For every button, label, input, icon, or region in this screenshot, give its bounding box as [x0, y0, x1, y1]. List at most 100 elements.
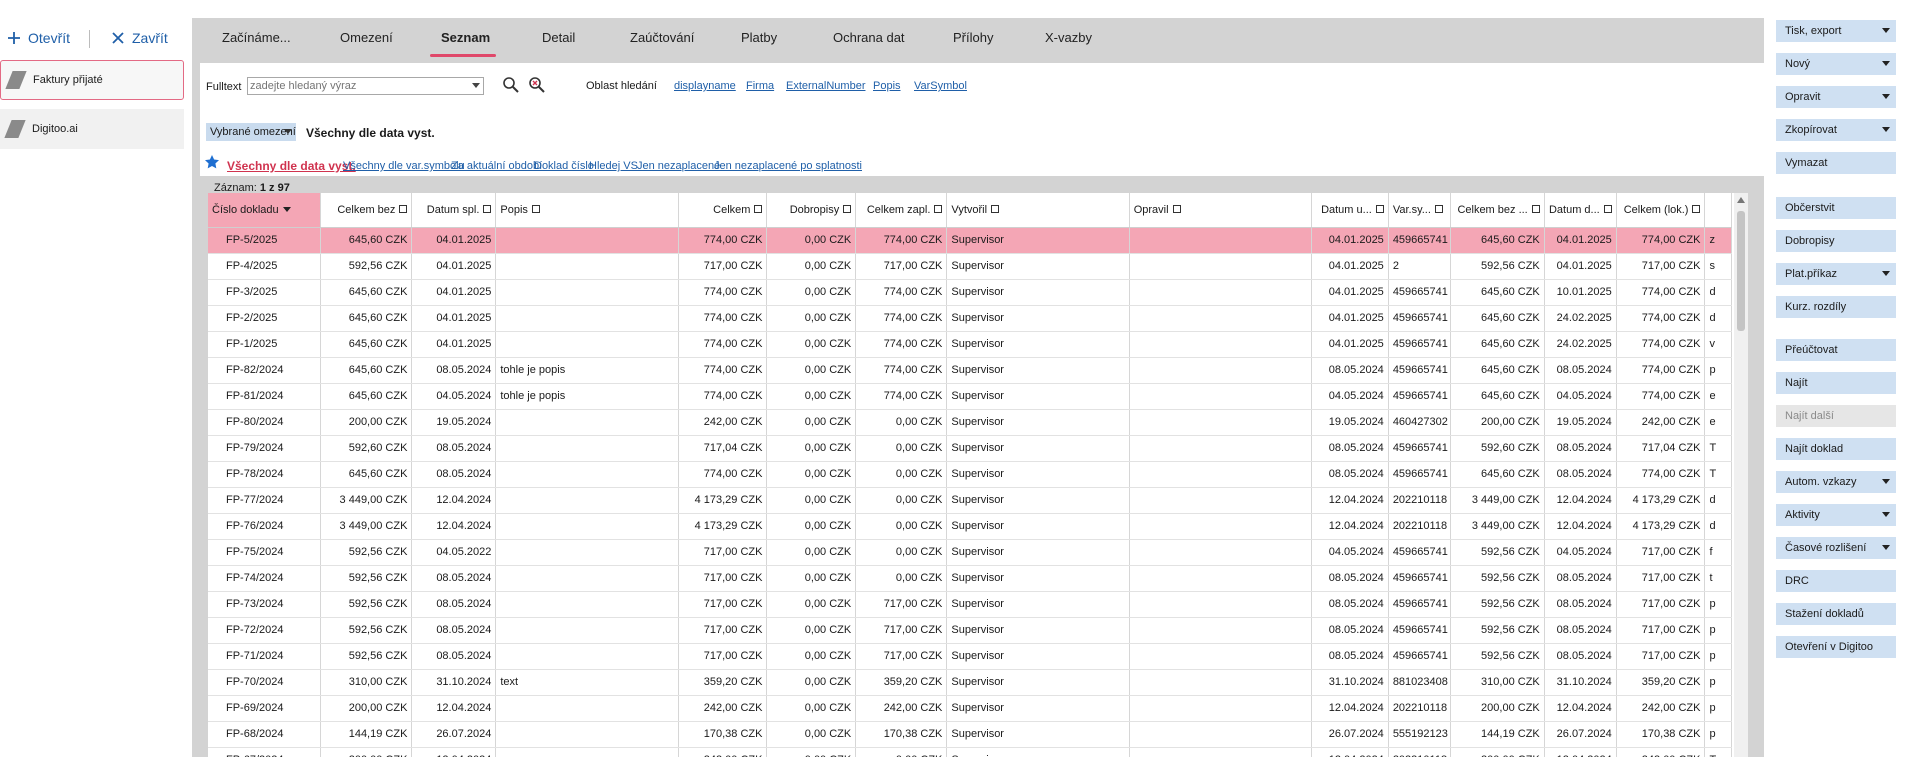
action-button[interactable]: Plat.příkaz: [1776, 263, 1896, 285]
scrollbar-thumb[interactable]: [1737, 211, 1745, 331]
action-button[interactable]: Časové rozlišení: [1776, 537, 1896, 559]
column-header[interactable]: Celkem (lok.): [1616, 193, 1706, 228]
column-header[interactable]: Datum d...: [1544, 193, 1617, 228]
tab-seznam[interactable]: Seznam: [441, 30, 490, 54]
left-tab-digitoo[interactable]: Digitoo.ai: [0, 109, 184, 149]
scroll-up-icon[interactable]: [1737, 197, 1745, 203]
quick-filter-by-varsymbol[interactable]: Všechny dle var.symbolu: [343, 160, 465, 172]
table-row[interactable]: FP-81/2024 645,60 CZK 04.05.2024 tohle je p…: [208, 383, 1732, 410]
column-filter-icon[interactable]: [531, 204, 540, 213]
column-filter-icon[interactable]: [934, 204, 943, 213]
column-filter-icon[interactable]: [754, 204, 763, 213]
table-row[interactable]: FP-80/2024 200,00 CZK 19.05.2024 242,00 CZK…: [208, 409, 1732, 436]
action-button[interactable]: Občerstvit: [1776, 197, 1896, 219]
action-button[interactable]: Dobropisy: [1776, 230, 1896, 252]
column-header[interactable]: Var.sy...: [1388, 193, 1452, 228]
quick-filter-all-by-date[interactable]: Všechny dle data vyst.: [227, 159, 356, 173]
column-filter-icon[interactable]: [1603, 204, 1612, 213]
search-input[interactable]: [248, 78, 468, 94]
table-row[interactable]: FP-2/2025 645,60 CZK 04.01.2025 774,00 CZK 0…: [208, 305, 1732, 332]
open-button[interactable]: Otevřít: [6, 26, 70, 50]
quick-filter-document-number[interactable]: Doklad číslo: [534, 160, 594, 172]
column-header[interactable]: Celkem zapl.: [855, 193, 948, 228]
action-button[interactable]: Tisk, export: [1776, 20, 1896, 42]
action-button[interactable]: Najít doklad: [1776, 438, 1896, 460]
table-row[interactable]: FP-73/2024 592,56 CZK 08.05.2024 717,00 CZK…: [208, 591, 1732, 618]
column-filter-icon[interactable]: [1692, 204, 1701, 213]
column-header[interactable]: Vytvořil: [946, 193, 1130, 228]
action-button[interactable]: Kurz. rozdíly: [1776, 296, 1896, 318]
search-field-externalnumber[interactable]: ExternalNumber: [786, 80, 865, 92]
column-header[interactable]: [1704, 193, 1732, 228]
quick-filter-current-period[interactable]: Za aktuální období: [451, 160, 542, 172]
column-header[interactable]: Celkem: [678, 193, 768, 228]
column-filter-icon[interactable]: [1172, 204, 1181, 213]
close-button[interactable]: Zavřít: [110, 26, 168, 50]
action-button[interactable]: DRC: [1776, 570, 1896, 592]
column-header[interactable]: Celkem bez ...: [1450, 193, 1545, 228]
column-filter-icon[interactable]: [1375, 204, 1384, 213]
column-filter-icon[interactable]: [399, 204, 408, 213]
table-row[interactable]: FP-72/2024 592,56 CZK 08.05.2024 717,00 CZK…: [208, 617, 1732, 644]
table-row[interactable]: FP-69/2024 200,00 CZK 12.04.2024 242,00 CZK…: [208, 695, 1732, 722]
column-header[interactable]: Popis: [495, 193, 679, 228]
search-field-popis[interactable]: Popis: [873, 80, 901, 92]
table-row[interactable]: FP-76/2024 3 449,00 CZK 12.04.2024 4 173,29…: [208, 513, 1732, 540]
tab-omezeni[interactable]: Omezení: [340, 30, 393, 54]
column-filter-icon[interactable]: [1531, 204, 1540, 213]
table-row[interactable]: FP-79/2024 592,60 CZK 08.05.2024 717,04 CZK…: [208, 435, 1732, 462]
table-row[interactable]: FP-82/2024 645,60 CZK 08.05.2024 tohle je p…: [208, 357, 1732, 384]
table-row[interactable]: FP-67/2024200,00 CZK12.04.2024242,00 CZK…: [208, 747, 1732, 757]
action-button[interactable]: Otevření v Digitoo: [1776, 636, 1896, 658]
action-button[interactable]: Opravit: [1776, 86, 1896, 108]
column-header[interactable]: Datum spl.: [411, 193, 497, 228]
vertical-scrollbar[interactable]: [1734, 193, 1748, 757]
preset-select[interactable]: Vybrané omezení: [206, 123, 296, 141]
tab-zauctovani[interactable]: Zaúčtování: [630, 30, 694, 54]
search-icon[interactable]: [502, 76, 522, 96]
tab-detail[interactable]: Detail: [542, 30, 575, 54]
quick-filter-unpaid[interactable]: Jen nezaplacené: [637, 160, 720, 172]
action-button[interactable]: Najít další: [1776, 405, 1896, 427]
table-row[interactable]: FP-3/2025 645,60 CZK 04.01.2025 774,00 CZK 0…: [208, 279, 1732, 306]
search-combo[interactable]: [247, 77, 484, 95]
table-row[interactable]: FP-1/2025 645,60 CZK 04.01.2025 774,00 CZK 0…: [208, 331, 1732, 358]
tab-ochrana-dat[interactable]: Ochrana dat: [833, 30, 905, 54]
tab-platby[interactable]: Platby: [741, 30, 777, 54]
table-row[interactable]: FP-78/2024 645,60 CZK 08.05.2024 774,00 CZK…: [208, 461, 1732, 488]
search-field-firma[interactable]: Firma: [746, 80, 774, 92]
table-row[interactable]: FP-75/2024 592,56 CZK 04.05.2022 717,00 CZK…: [208, 539, 1732, 566]
table-row[interactable]: FP-77/2024 3 449,00 CZK 12.04.2024 4 173,29…: [208, 487, 1732, 514]
quick-filter-unpaid-overdue[interactable]: Jen nezaplacené po splatnosti: [714, 160, 862, 172]
action-button[interactable]: Nový: [1776, 53, 1896, 75]
tab-zaciname[interactable]: Začínáme...: [222, 30, 291, 54]
tab-x-vazby[interactable]: X-vazby: [1045, 30, 1092, 54]
search-field-varsymbol[interactable]: VarSymbol: [914, 80, 967, 92]
column-filter-icon[interactable]: [483, 204, 492, 213]
quick-filter-find-vs[interactable]: Hledej VS: [589, 160, 638, 172]
action-button[interactable]: Zkopírovat: [1776, 119, 1896, 141]
action-button[interactable]: Přeúčtovat: [1776, 339, 1896, 361]
table-row[interactable]: FP-70/2024 310,00 CZK 31.10.2024 text 359,20…: [208, 669, 1732, 696]
column-header[interactable]: Opravil: [1129, 193, 1313, 228]
column-header[interactable]: Číslo dokladu: [208, 193, 322, 228]
action-button[interactable]: Stažení dokladů: [1776, 603, 1896, 625]
table-row[interactable]: FP-5/2025 645,60 CZK 04.01.2025 774,00 CZK 0…: [208, 227, 1732, 254]
column-filter-icon[interactable]: [1434, 204, 1443, 213]
column-header[interactable]: Celkem bez: [320, 193, 413, 228]
tab-prilohy[interactable]: Přílohy: [953, 30, 993, 54]
action-button[interactable]: Najít: [1776, 372, 1896, 394]
column-filter-icon[interactable]: [843, 204, 852, 213]
action-button[interactable]: Autom. vzkazy: [1776, 471, 1896, 493]
column-header[interactable]: Dobropisy: [766, 193, 857, 228]
search-field-displayname[interactable]: displayname: [674, 80, 736, 92]
chevron-down-icon[interactable]: [472, 83, 480, 88]
table-row[interactable]: FP-74/2024 592,56 CZK 08.05.2024 717,00 CZK…: [208, 565, 1732, 592]
star-icon[interactable]: [204, 154, 224, 174]
table-row[interactable]: FP-71/2024 592,56 CZK 08.05.2024 717,00 CZK…: [208, 643, 1732, 670]
column-header[interactable]: Datum u...: [1311, 193, 1389, 228]
clear-search-icon[interactable]: [528, 76, 548, 96]
table-row[interactable]: FP-68/2024 144,19 CZK 26.07.2024 170,38 CZK…: [208, 721, 1732, 748]
left-tab-faktury-prijate[interactable]: Faktury přijaté: [0, 60, 184, 100]
action-button[interactable]: Vymazat: [1776, 152, 1896, 174]
